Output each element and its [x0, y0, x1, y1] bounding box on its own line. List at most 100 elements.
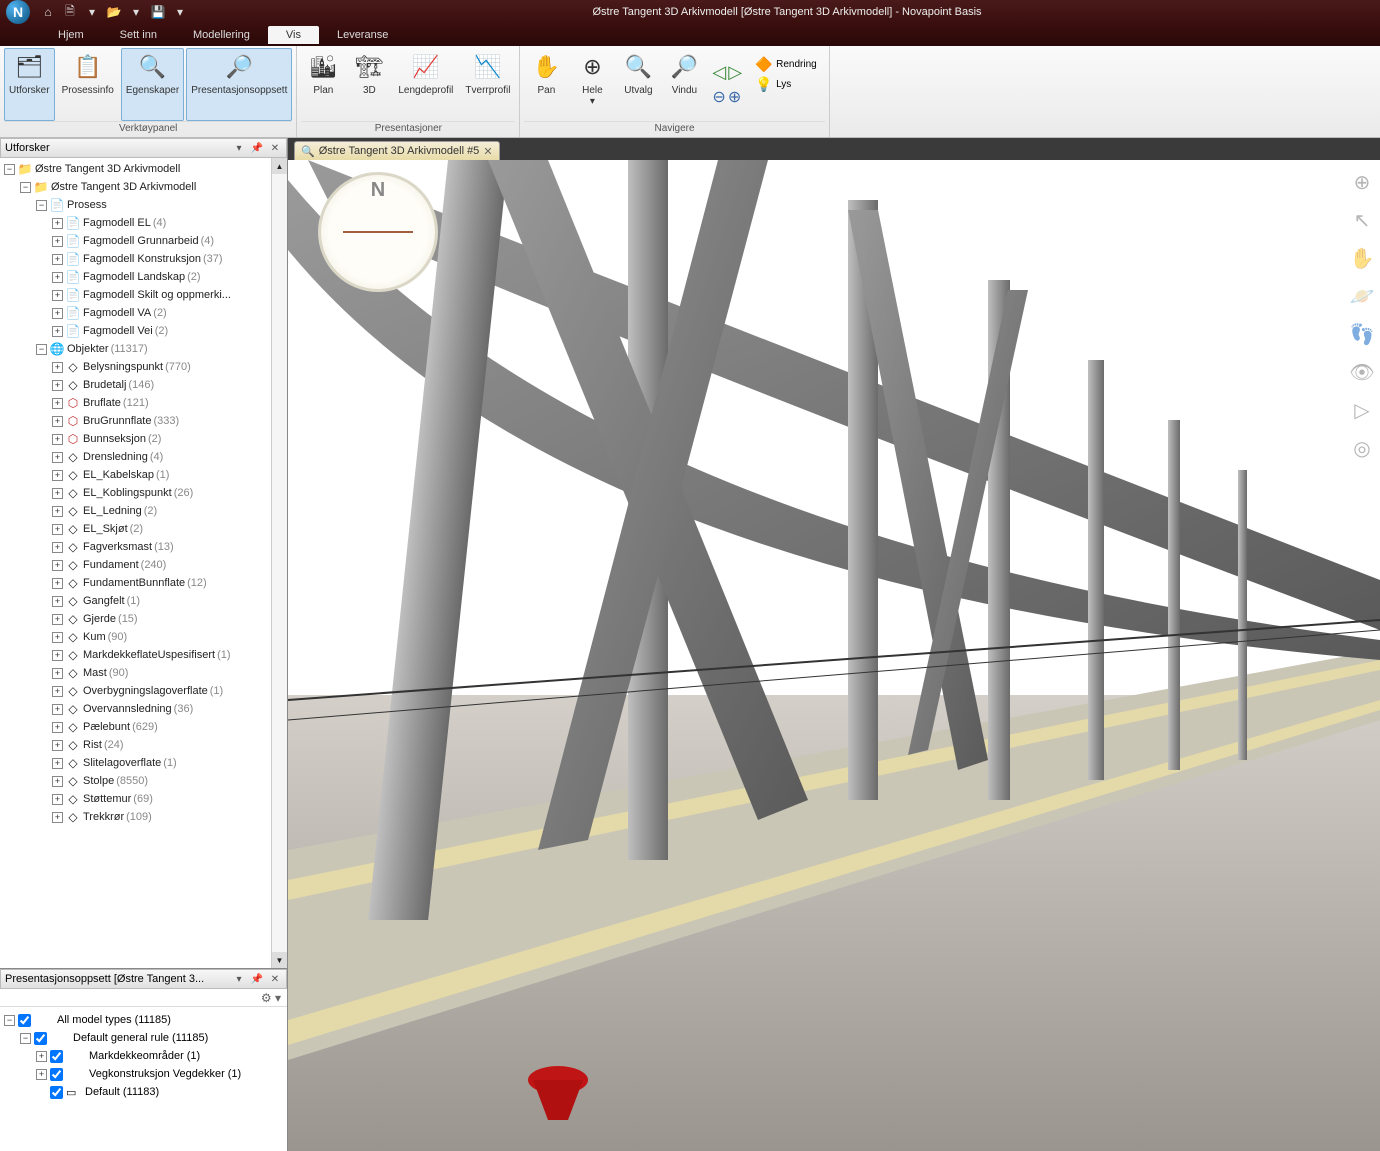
prosessinfo-button[interactable]: 📋 Prosessinfo — [57, 48, 119, 121]
tree-row[interactable]: +◇Fundament (240) — [0, 556, 287, 574]
tree-row[interactable]: +◇Overvannsledning (36) — [0, 700, 287, 718]
tverrprofil-button[interactable]: 📉 Tverrprofil — [460, 48, 515, 121]
3d-button[interactable]: 🏗 3D — [347, 48, 391, 121]
expand-icon[interactable]: + — [52, 272, 63, 283]
tree-row[interactable]: +⬡Bruflate (121) — [0, 394, 287, 412]
3d-viewport[interactable]: 🔍 Østre Tangent 3D Arkivmodell #5 ✕ — [288, 138, 1380, 1151]
look-icon[interactable]: 👁 — [1348, 358, 1376, 386]
tree-row[interactable]: +⬡Bunnseksjon (2) — [0, 430, 287, 448]
expand-icon[interactable]: + — [52, 254, 63, 265]
tree-row[interactable]: +◇Støttemur (69) — [0, 790, 287, 808]
tree-row[interactable]: +◇Pælebunt (629) — [0, 718, 287, 736]
collapse-icon[interactable]: − — [4, 1015, 15, 1026]
tree-row[interactable]: +⬡BruGrunnflate (333) — [0, 412, 287, 430]
expand-icon[interactable]: + — [52, 470, 63, 481]
scroll-up-icon[interactable]: ▲ — [272, 158, 287, 174]
expand-icon[interactable]: + — [52, 218, 63, 229]
play-icon[interactable]: ▷ — [1348, 396, 1376, 424]
expand-icon[interactable]: + — [52, 812, 63, 823]
expand-icon[interactable]: + — [52, 542, 63, 553]
zoom-in-icon[interactable]: ⊕ — [728, 87, 741, 107]
expand-icon[interactable]: + — [36, 1051, 47, 1062]
tree-row[interactable]: +◇Brudetalj (146) — [0, 376, 287, 394]
nav-forward-icon[interactable]: ▷ — [728, 62, 742, 83]
tree-row[interactable]: +◇Mast (90) — [0, 664, 287, 682]
collapse-icon[interactable]: − — [4, 164, 15, 175]
expand-icon[interactable]: + — [52, 740, 63, 751]
pointer-icon[interactable]: ↖ — [1348, 206, 1376, 234]
tree-row[interactable]: +◇Kum (90) — [0, 628, 287, 646]
tree-row[interactable]: +◇Stolpe (8550) — [0, 772, 287, 790]
expand-icon[interactable]: + — [52, 596, 63, 607]
expand-icon[interactable]: + — [52, 686, 63, 697]
expand-icon[interactable]: + — [52, 416, 63, 427]
tree-row[interactable]: +◇EL_Kabelskap (1) — [0, 466, 287, 484]
tree-row[interactable]: +📄Fagmodell VA (2) — [0, 304, 287, 322]
tree-row[interactable]: +◇FundamentBunnflate (12) — [0, 574, 287, 592]
expand-icon[interactable]: + — [52, 398, 63, 409]
app-icon[interactable]: N — [6, 0, 30, 24]
tree-row[interactable]: −📄Prosess — [0, 196, 287, 214]
tree-row[interactable]: −📁Østre Tangent 3D Arkivmodell — [0, 160, 287, 178]
panel-dropdown-icon[interactable]: ▾ — [232, 141, 246, 155]
tree-row[interactable]: +◇Drensledning (4) — [0, 448, 287, 466]
collapse-icon[interactable]: − — [36, 344, 47, 355]
tree-row[interactable]: +◇Gangfelt (1) — [0, 592, 287, 610]
expand-icon[interactable]: + — [52, 650, 63, 661]
expand-icon[interactable]: + — [52, 668, 63, 679]
expand-icon[interactable]: + — [52, 776, 63, 787]
tree-row[interactable]: +◇Trekkrør (109) — [0, 808, 287, 826]
tree-row[interactable]: +📄Fagmodell Konstruksjon (37) — [0, 250, 287, 268]
collapse-icon[interactable]: − — [20, 182, 31, 193]
tree-row[interactable]: +📄Fagmodell Vei (2) — [0, 322, 287, 340]
tree-row[interactable]: +📄Fagmodell EL (4) — [0, 214, 287, 232]
tree-row[interactable]: +◇EL_Skjøt (2) — [0, 520, 287, 538]
save-icon[interactable]: 💾 — [150, 4, 166, 20]
close-icon[interactable]: ✕ — [483, 145, 492, 158]
chevron-down-icon[interactable]: ▾ — [172, 4, 188, 20]
checkbox-vegkon[interactable] — [50, 1068, 63, 1081]
checkbox-all-model[interactable] — [18, 1014, 31, 1027]
vindu-button[interactable]: 🔎 Vindu — [662, 48, 706, 121]
lys-button[interactable]: 💡 Lys — [752, 74, 821, 94]
zoom-extents-icon[interactable]: ⊕ — [1348, 168, 1376, 196]
expand-icon[interactable]: + — [52, 506, 63, 517]
open-icon[interactable]: 📂 — [106, 4, 122, 20]
tree-row[interactable]: +◇Rist (24) — [0, 736, 287, 754]
plan-button[interactable]: 🏙 Plan — [301, 48, 345, 121]
expand-icon[interactable]: + — [52, 524, 63, 535]
tree-row[interactable]: +◇MarkdekkeflateUspesifisert (1) — [0, 646, 287, 664]
hele-button[interactable]: ⊕ Hele▾ — [570, 48, 614, 121]
tree-row[interactable]: +◇Overbygningslagoverflate (1) — [0, 682, 287, 700]
tree-row[interactable]: −🌐Objekter (11317) — [0, 340, 287, 358]
expand-icon[interactable]: + — [52, 578, 63, 589]
expand-icon[interactable]: + — [52, 722, 63, 733]
panel-dropdown-icon[interactable]: ▾ — [232, 972, 246, 986]
checkbox-default[interactable] — [50, 1086, 63, 1099]
tree-row[interactable]: +◇Belysningspunkt (770) — [0, 358, 287, 376]
tree-row[interactable]: +📄Fagmodell Skilt og oppmerki... — [0, 286, 287, 304]
compass[interactable]: N — [318, 172, 438, 292]
tab-vis[interactable]: Vis — [268, 26, 319, 44]
nav-back-icon[interactable]: ◁ — [712, 62, 726, 83]
checkbox-default-rule[interactable] — [34, 1032, 47, 1045]
scroll-down-icon[interactable]: ▼ — [272, 952, 287, 968]
walk-icon[interactable]: 👣 — [1348, 320, 1376, 348]
expand-icon[interactable]: + — [52, 632, 63, 643]
home-icon[interactable]: ⌂ — [40, 4, 56, 20]
expand-icon[interactable]: + — [52, 380, 63, 391]
collapse-icon[interactable]: − — [20, 1033, 31, 1044]
zoom-out-icon[interactable]: ⊖ — [712, 87, 725, 107]
orbit-icon[interactable]: 🪐 — [1348, 282, 1376, 310]
presentation-tree[interactable]: − All model types (11185) − Default gene… — [0, 1007, 287, 1151]
tree-row[interactable]: +◇EL_Koblingspunkt (26) — [0, 484, 287, 502]
panel-close-icon[interactable]: ✕ — [268, 972, 282, 986]
expand-icon[interactable]: + — [36, 1069, 47, 1080]
tab-sett-inn[interactable]: Sett inn — [102, 26, 175, 44]
expand-icon[interactable]: + — [52, 362, 63, 373]
tree-row[interactable]: +◇Fagverksmast (13) — [0, 538, 287, 556]
tree-row[interactable]: +📄Fagmodell Grunnarbeid (4) — [0, 232, 287, 250]
panel-pin-icon[interactable]: 📌 — [250, 141, 264, 155]
expand-icon[interactable]: + — [52, 434, 63, 445]
tab-leveranse[interactable]: Leveranse — [319, 26, 406, 44]
